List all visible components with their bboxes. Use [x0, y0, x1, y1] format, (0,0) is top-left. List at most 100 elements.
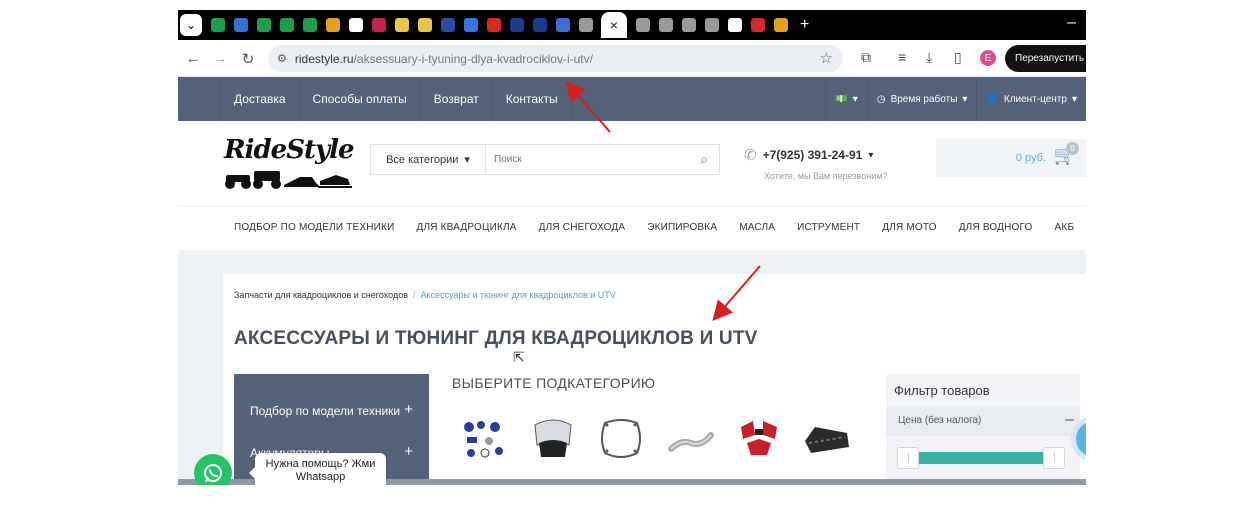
browser-tab[interactable] [441, 18, 455, 32]
breadcrumb-link[interactable]: Запчасти для квадроциклов и снегоходов [234, 290, 408, 300]
topnav-payment[interactable]: Способы оплаты [300, 77, 421, 121]
browser-tab[interactable] [682, 18, 696, 32]
track-icon[interactable] [801, 413, 853, 465]
price-slider-max-handle[interactable] [1043, 447, 1065, 469]
category-nav-item[interactable]: АКБ [1044, 222, 1086, 233]
bookmark-star-icon[interactable]: ☆ [820, 49, 833, 67]
plus-icon[interactable]: + [404, 443, 413, 460]
topnav-return[interactable]: Возврат [421, 77, 493, 121]
breadcrumb-separator: / [413, 290, 416, 300]
browser-tab[interactable] [533, 18, 547, 32]
callback-link[interactable]: Хотите, мы Вам перезвоним? [764, 171, 887, 181]
active-tab-close-icon[interactable]: × [601, 12, 627, 38]
browser-tab[interactable] [487, 18, 501, 32]
browser-tab[interactable] [280, 18, 294, 32]
url-text: ridestyle.ru/aksessuary-i-tyuning-dlya-k… [295, 52, 593, 66]
subcategory-heading: ВЫБЕРИТЕ ПОДКАТЕГОРИЮ [452, 375, 656, 391]
category-nav-item[interactable]: ДЛЯ СНЕГОХОДА [528, 222, 637, 233]
work-hours-dropdown[interactable]: ◷ Время работы ▾ [866, 77, 977, 121]
whatsapp-button[interactable] [194, 454, 232, 485]
category-nav-item[interactable]: БРЕНДЫ [1085, 222, 1086, 233]
browser-tab[interactable] [751, 18, 765, 32]
phone-block: ✆ +7(925) 391-24-91 ▾ Хотите, мы Вам пер… [744, 146, 887, 181]
category-nav-item[interactable]: ДЛЯ КВАДРОЦИКЛА [405, 222, 527, 233]
price-slider-min-handle[interactable] [897, 447, 919, 469]
category-nav-item[interactable]: ДЛЯ ВОДНОГО [948, 222, 1044, 233]
url-domain: ridestyle.ru [294, 51, 354, 66]
phone-icon: ✆ [744, 147, 757, 164]
back-icon[interactable]: ← [179, 50, 207, 67]
search-input[interactable] [486, 145, 689, 174]
reading-list-icon[interactable]: ≡ [898, 49, 906, 65]
browser-tab[interactable] [234, 18, 248, 32]
chevron-down-icon: ▾ [962, 93, 968, 105]
topnav-delivery[interactable]: Доставка [220, 77, 300, 121]
url-field[interactable]: ⚙ ridestyle.ru/aksessuary-i-tyuning-dlya… [268, 45, 843, 72]
breadcrumb: Запчасти для квадроциклов и снегоходов / А… [234, 290, 616, 300]
whatsapp-icon [204, 464, 222, 483]
plastic-kit-icon[interactable] [733, 413, 785, 465]
browser-tab[interactable] [579, 18, 593, 32]
browser-tab[interactable] [464, 18, 478, 32]
category-select[interactable]: Все категории ▾ [371, 145, 486, 174]
category-nav: ПОДБОР ПО МОДЕЛИ ТЕХНИКИ ДЛЯ КВАДРОЦИКЛА Д… [178, 205, 1086, 249]
cash-icon: 💵 [835, 93, 848, 105]
caret-down-icon: ▾ [868, 149, 874, 161]
forward-icon[interactable]: → [206, 50, 234, 67]
windshield-icon[interactable] [527, 413, 579, 465]
phone-dropdown[interactable]: ✆ +7(925) 391-24-91 ▾ [744, 146, 887, 164]
browser-tab[interactable] [257, 18, 271, 32]
category-nav-item[interactable]: ДЛЯ МОТО [871, 222, 947, 233]
gasket-icon[interactable] [595, 413, 647, 465]
browser-tab[interactable] [636, 18, 650, 32]
whatsapp-help-bubble[interactable]: Нужна помощь? Жми Whatsapp [249, 453, 386, 485]
collapse-icon[interactable]: – [1065, 411, 1074, 429]
product-filter: Фильтр товаров Цена (без налога) – [886, 374, 1080, 485]
topnav-contacts[interactable]: Контакты [493, 77, 572, 121]
currency-selector[interactable]: 💵 ▾ [825, 77, 866, 121]
browser-tab[interactable] [211, 18, 225, 32]
browser-tab[interactable] [510, 18, 524, 32]
extensions-icon[interactable]: ⧉ [861, 49, 871, 66]
price-slider-track[interactable] [906, 452, 1062, 464]
browser-tab[interactable] [774, 18, 788, 32]
browser-tab[interactable] [303, 18, 317, 32]
left-menu-item-model-search[interactable]: Подбор по модели техники [250, 404, 400, 418]
category-nav-item[interactable]: ПОДБОР ПО МОДЕЛИ ТЕХНИКИ [178, 222, 405, 233]
relaunch-button[interactable]: Перезапустить и [1005, 45, 1086, 72]
bolt-kit-icon[interactable] [459, 413, 511, 465]
exhaust-pipe-icon[interactable] [665, 413, 717, 465]
browser-tab[interactable] [349, 18, 363, 32]
profile-avatar[interactable]: E [980, 50, 996, 66]
search-icon[interactable]: ⌕ [689, 145, 719, 174]
browser-tab[interactable] [556, 18, 570, 32]
browser-tab[interactable] [705, 18, 719, 32]
side-panel-icon[interactable]: ▯ [954, 49, 962, 66]
breadcrumb-current[interactable]: Аксессуары и тюнинг для квадроциклов и U… [421, 290, 616, 300]
browser-tab[interactable] [418, 18, 432, 32]
client-center-dropdown[interactable]: 👤 Клиент-центр ▾ [976, 77, 1086, 121]
category-nav-item[interactable]: ИСТРУМЕНТ [786, 222, 871, 233]
browser-tab[interactable] [326, 18, 340, 32]
site-header: RideStyle Все категории ▾ ⌕ [178, 121, 1086, 201]
browser-tab[interactable] [372, 18, 386, 32]
category-nav-item[interactable]: МАСЛА [728, 222, 786, 233]
reload-icon[interactable]: ↻ [234, 50, 262, 68]
user-icon: 👤 [986, 93, 999, 105]
browser-tab[interactable] [395, 18, 409, 32]
cart-button[interactable]: 0 руб. 🛒 0 [936, 139, 1086, 177]
browser-tab[interactable] [728, 18, 742, 32]
url-path: /aksessuary-i-tyuning-dlya-kvadrociklov-… [353, 51, 593, 66]
tab-search-button[interactable]: ⌄ [180, 14, 202, 36]
download-icon[interactable]: ⤓ [926, 49, 932, 66]
browser-tab[interactable] [659, 18, 673, 32]
new-tab-button[interactable]: + [800, 16, 809, 34]
site-logo[interactable]: RideStyle [224, 135, 355, 191]
price-filter-header[interactable]: Цена (без налога) – [886, 406, 1080, 436]
site-info-icon[interactable]: ⚙ [277, 52, 287, 65]
work-hours-label: Время работы [890, 93, 958, 105]
plus-icon[interactable]: + [404, 401, 413, 418]
page-title: АКСЕССУАРЫ И ТЮНИНГ ДЛЯ КВАДРОЦИКЛОВ И U… [234, 328, 758, 349]
minimize-button[interactable]: – [1067, 14, 1076, 32]
category-nav-item[interactable]: ЭКИПИРОВКА [636, 222, 728, 233]
